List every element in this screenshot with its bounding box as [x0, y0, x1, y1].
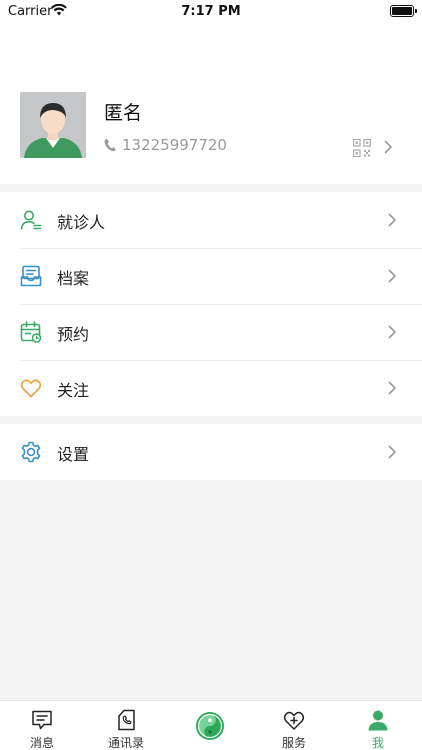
tab-label: 通讯录 [107, 736, 144, 750]
heart-plus-icon [283, 711, 305, 730]
chevron-right-icon [388, 325, 396, 339]
menu-item-appointment[interactable]: 预约 [0, 304, 422, 360]
heart-icon [20, 379, 42, 398]
profile-header[interactable]: 匿名 13225997720 [0, 24, 422, 184]
default-avatar-icon [20, 92, 86, 158]
tab-me[interactable]: 我 [336, 701, 420, 750]
chevron-right-icon [384, 140, 392, 154]
qr-code-icon[interactable] [353, 139, 371, 157]
clock: 7:17 PM [181, 4, 241, 19]
menu-item-label: 档案 [57, 269, 90, 288]
avatar[interactable] [20, 92, 86, 158]
tab-label: 服务 [281, 736, 306, 750]
menu-item-label: 关注 [57, 381, 90, 400]
person-icon [368, 710, 388, 731]
menu-item-archive[interactable]: 档案 [0, 248, 422, 304]
gear-icon [21, 441, 41, 463]
menu-item-label: 预约 [57, 325, 90, 344]
tab-messages[interactable]: 消息 [0, 701, 84, 750]
archive-icon [20, 265, 42, 287]
tab-bar: 消息 通讯录 服务 我 [0, 700, 422, 750]
battery-icon [390, 5, 417, 17]
menu-item-label: 就诊人 [57, 213, 106, 232]
tab-contacts[interactable]: 通讯录 [84, 701, 168, 750]
phone-icon [104, 138, 116, 152]
menu-item-settings[interactable]: 设置 [0, 424, 422, 480]
tab-services[interactable]: 服务 [252, 701, 336, 750]
chevron-right-icon [388, 269, 396, 283]
menu-item-label: 设置 [57, 445, 90, 464]
user-name: 匿名 [104, 102, 143, 124]
calendar-icon [20, 321, 42, 343]
tab-center[interactable] [168, 701, 252, 750]
menu-item-follow[interactable]: 关注 [0, 360, 422, 416]
chevron-right-icon [388, 213, 396, 227]
chevron-right-icon [388, 381, 396, 395]
message-icon [32, 710, 52, 730]
tab-label: 消息 [29, 736, 54, 750]
taiji-icon[interactable] [195, 711, 225, 741]
contacts-icon [118, 709, 135, 731]
status-bar: Carrier 7:17 PM [0, 0, 422, 24]
chevron-right-icon [388, 445, 396, 459]
menu-item-patients[interactable]: 就诊人 [0, 192, 422, 248]
settings-card: 设置 [0, 424, 422, 480]
phone-number: 13225997720 [122, 136, 227, 154]
tab-label: 我 [371, 736, 384, 750]
patient-icon [20, 210, 42, 230]
menu-list: 就诊人 档案 预约 关注 [0, 192, 422, 416]
